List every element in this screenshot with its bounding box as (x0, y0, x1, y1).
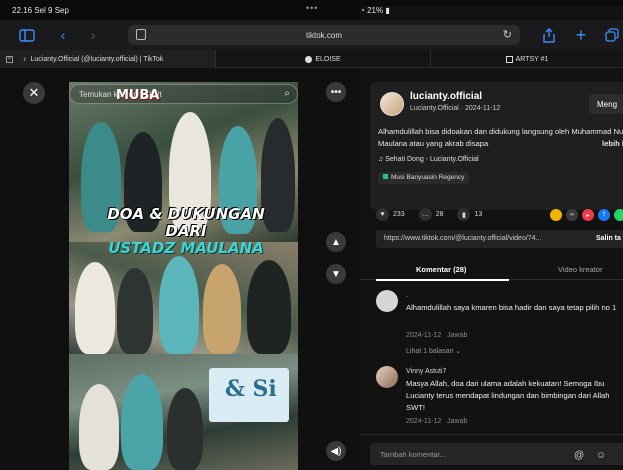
battery-percent: 21% (367, 6, 384, 15)
like-button[interactable]: ♥ 233 (376, 208, 405, 221)
avatar[interactable] (376, 290, 398, 312)
comment-placeholder: Tambah komentar... (380, 450, 446, 459)
battery-icon: ▮ (385, 6, 390, 15)
tiktok-favicon-icon: ♪ (23, 55, 27, 63)
comment-author[interactable]: . (406, 290, 408, 302)
video-link: https://www.tiktok.com/@lucianty.officia… (384, 235, 542, 242)
previous-video-icon[interactable]: ▲ (326, 232, 346, 252)
avatar[interactable] (376, 366, 398, 388)
emoji-icon[interactable]: ☺ (596, 450, 606, 461)
facebook-icon[interactable]: f (598, 209, 610, 221)
copy-link-button[interactable]: Salin ta (596, 235, 621, 242)
heart-icon: ♥ (376, 208, 389, 221)
video-overlay-title: DOA & DUKUNGAN DARI USTADZ MAULANA (91, 206, 281, 257)
location-label: Musi Banyuasin Regency (391, 174, 465, 181)
tab-label: ARTSY #1 (515, 55, 549, 63)
search-bar[interactable]: Temukan konten terkait ⌕ (69, 84, 298, 104)
bookmark-icon: ▮ (457, 208, 471, 221)
more-options-icon[interactable]: ••• (326, 82, 346, 102)
url-text: tiktok.com (305, 31, 342, 40)
share-icon[interactable] (540, 26, 558, 44)
status-dots: ••• (306, 3, 319, 13)
save-count: 13 (474, 211, 483, 218)
post-caption: Alhamdulillah bisa didoakan dan didukung… (378, 126, 623, 150)
comment-count: 28 (435, 211, 444, 218)
reload-icon[interactable]: ↻ (503, 28, 512, 41)
comment-icon: … (418, 208, 432, 221)
avatar[interactable] (380, 92, 404, 116)
tab-label: ELOISE (315, 55, 341, 63)
comment-meta: 2024-11-12 Jawab (406, 330, 467, 342)
comment-text: Alhamdulillah saya kmaren bisa hadir dan… (406, 303, 617, 312)
banner-text: & Si (225, 376, 277, 402)
video-player[interactable]: & Si DOA & DUKUNGAN DARI USTADZ MAULANA (69, 82, 298, 470)
comment-composer: Tambah komentar... @ ☺ (360, 434, 623, 470)
post-card: lucianty.official Lucianty.Official · 20… (370, 82, 623, 210)
caption-more-link[interactable]: lebih b (602, 138, 623, 150)
like-count: 233 (393, 211, 405, 218)
comment-author[interactable]: Vinny Astuti7 (406, 366, 446, 378)
list-item: Vinny Astuti7 Masya Allah, doa dari ulam… (376, 366, 623, 432)
tab-eloise[interactable]: ELOISE (215, 50, 430, 68)
sidebar-icon[interactable] (18, 26, 36, 44)
user-subline: Lucianty.Official · 2024-11-12 (410, 105, 501, 112)
tab-creator-videos[interactable]: Video kreator (558, 265, 602, 274)
location-tag[interactable]: Musi Banyuasin Regency (378, 172, 470, 184)
forward-icon[interactable]: › (84, 26, 102, 44)
tabs-overview-icon[interactable] (603, 26, 621, 44)
video-link-box: https://www.tiktok.com/@lucianty.officia… (376, 230, 623, 248)
tab-artsy[interactable]: ARTSY #1 (430, 50, 623, 68)
artsy-favicon-icon (505, 55, 513, 63)
caption-text: Alhamdulillah bisa didoakan dan didukung… (378, 127, 623, 148)
engagement-stats: ♥ 233 … 28 ▮ 13 (376, 208, 496, 221)
new-tab-icon[interactable]: + (572, 25, 590, 45)
details-panel: lucianty.official Lucianty.Official · 20… (360, 68, 623, 470)
username[interactable]: lucianty.official (410, 91, 482, 102)
embed-icon[interactable]: ‹› (566, 209, 578, 221)
wifi-icon: ◔ (360, 6, 365, 15)
mention-icon[interactable]: @ (574, 450, 584, 461)
share-friends-icon[interactable] (550, 209, 562, 221)
video-frame-middle (69, 242, 298, 354)
send-icon[interactable]: ▸ (582, 209, 594, 221)
location-icon (383, 174, 388, 179)
comment-tabs: Komentar (28) Video kreator (360, 258, 623, 281)
status-bar: 22.16 Sel 9 Sep ••• ◔ 21% ▮ (0, 0, 623, 408)
reply-button[interactable]: Jawab (447, 418, 467, 425)
comment-button[interactable]: … 28 (418, 208, 444, 221)
close-tab-icon[interactable]: × (6, 55, 13, 63)
active-tab-indicator (376, 279, 509, 281)
whatsapp-icon[interactable] (614, 209, 623, 221)
tab-tiktok[interactable]: × ♪ Lucianty.Official (@lucianty.officia… (0, 50, 215, 68)
comment-date: 2024-11-12 (406, 418, 442, 425)
overlay-title-line2: USTADZ MAULANA (108, 239, 264, 257)
status-time: 22.16 Sel 9 Sep (12, 6, 69, 15)
save-button[interactable]: ▮ 13 (457, 208, 482, 221)
search-icon[interactable]: ⌕ (284, 88, 290, 99)
follow-button[interactable]: Meng (589, 94, 623, 114)
close-icon[interactable]: ✕ (23, 82, 45, 104)
address-bar[interactable]: tiktok.com ↻ (128, 25, 520, 45)
comment-input[interactable]: Tambah komentar... @ ☺ (370, 443, 623, 465)
music-title: Sehati Dong - Lucianty.Official (385, 156, 479, 163)
music-link[interactable]: ♫ Sehati Dong - Lucianty.Official (378, 156, 479, 163)
banner-sign: & Si (209, 368, 289, 422)
comment-text: Masya Allah, doa dari ulama adalah kekua… (406, 379, 610, 412)
list-item: . Alhamdulillah saya kmaren bisa hadir d… (376, 290, 623, 360)
browser-toolbar: ‹ › tiktok.com ↻ + (0, 20, 623, 50)
volume-icon[interactable]: ◀) (326, 441, 346, 461)
comment-date: 2024-11-12 (406, 332, 442, 339)
tab-comments[interactable]: Komentar (28) (416, 265, 466, 274)
view-replies-button[interactable]: Lihat 1 balasan ⌄ (406, 346, 461, 358)
music-note-icon: ♫ (378, 156, 384, 163)
muba-logo: MUBA (116, 88, 160, 103)
comment-meta: 2024-11-12 Jawab (406, 416, 467, 428)
eloise-favicon-icon (305, 55, 313, 63)
overlay-title-line1: DOA & DUKUNGAN DARI (107, 205, 265, 240)
back-icon[interactable]: ‹ (54, 26, 72, 44)
tab-label: Lucianty.Official (@lucianty.official) |… (30, 55, 164, 63)
reply-button[interactable]: Jawab (447, 332, 467, 339)
next-video-icon[interactable]: ▼ (326, 264, 346, 284)
tab-bar: × ♪ Lucianty.Official (@lucianty.officia… (0, 50, 623, 68)
